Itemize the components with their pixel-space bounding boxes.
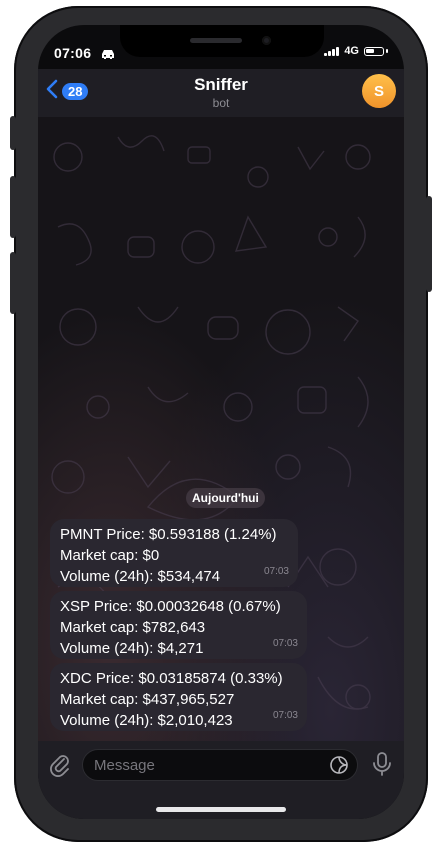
message-input[interactable]: Message [82,749,358,781]
power-button [426,196,432,292]
chat-title: Sniffer [194,75,248,94]
paperclip-icon[interactable] [48,753,72,777]
volume-down-button [10,252,16,314]
notch [120,25,324,57]
screen: 07:06 4G 28 Sniffer bot S Aujourd'hui PM… [38,25,404,819]
message-line: Market cap: $0 [60,547,160,564]
date-separator: Aujourd'hui [186,488,265,508]
message-line: Volume (24h): $2,010,423 [60,712,233,729]
message-time: 07:03 [272,710,298,721]
microphone-icon[interactable] [372,751,392,777]
message-line: XSP Price: $0.00032648 (0.67%) [60,598,281,615]
car-icon [100,47,116,63]
avatar-initial: S [373,82,384,100]
message-line: Volume (24h): $534,474 [60,568,221,585]
battery-icon [364,46,384,56]
chat-subtitle: bot [212,96,230,110]
silent-switch [10,116,16,150]
status-time: 07:06 [54,45,92,61]
status-indicators: 4G [324,45,388,57]
message-line: PMNT Price: $0.593188 (1.24%) [60,526,277,543]
message-placeholder: Message [94,757,155,774]
front-camera [262,36,271,45]
message-line: Market cap: $782,643 [60,619,206,636]
sticker-icon[interactable] [329,755,349,775]
speaker [190,38,242,43]
home-indicator[interactable] [156,807,286,812]
signal-icon [324,46,340,56]
message-line: XDC Price: $0.03185874 (0.33%) [60,670,283,687]
message-bubble[interactable]: XDC Price: $0.03185874 (0.33%) Market ca… [50,663,307,731]
message-line: Market cap: $437,965,527 [60,691,235,708]
message-bubble[interactable]: XSP Price: $0.00032648 (0.67%) Market ca… [50,591,307,659]
chat-area[interactable]: Aujourd'hui PMNT Price: $0.593188 (1.24%… [38,117,404,741]
message-time: 07:03 [263,566,289,577]
avatar[interactable]: S [362,74,396,108]
message-time: 07:03 [272,638,298,649]
volume-up-button [10,176,16,238]
battery-cap [386,49,388,53]
message-bubble[interactable]: PMNT Price: $0.593188 (1.24%) Market cap… [50,519,298,587]
chat-header: 28 Sniffer bot S [38,69,404,117]
chat-title-block[interactable]: Sniffer bot [38,75,404,110]
message-line: Volume (24h): $4,271 [60,640,204,657]
network-label: 4G [344,45,359,57]
